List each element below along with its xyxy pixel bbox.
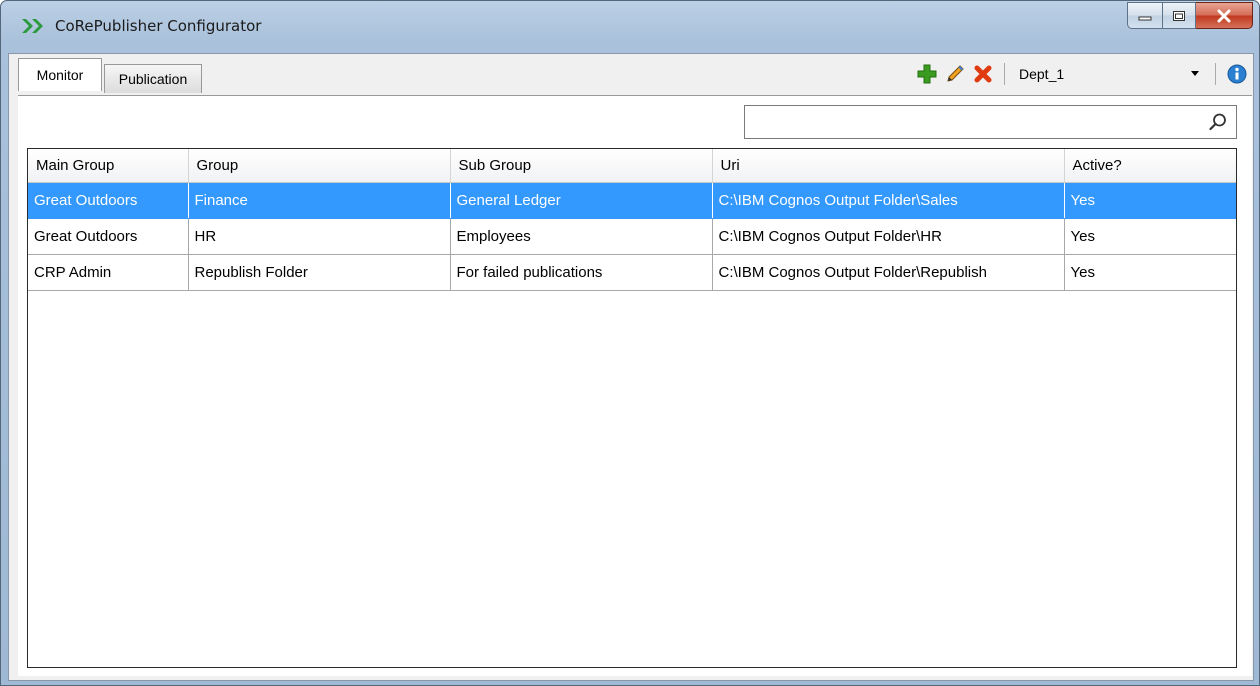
table-row[interactable]: CRP Admin Republish Folder For failed pu… <box>28 254 1236 291</box>
cell-sub-group[interactable]: General Ledger <box>450 182 713 219</box>
maximize-button[interactable] <box>1163 2 1196 29</box>
cell-sub-group[interactable]: Employees <box>450 218 713 255</box>
info-button[interactable] <box>1226 63 1248 85</box>
cell-main-group[interactable]: Great Outdoors <box>28 218 189 255</box>
column-header-sub-group[interactable]: Sub Group <box>450 149 713 183</box>
cell-uri[interactable]: C:\IBM Cognos Output Folder\Republish <box>712 254 1065 291</box>
tab-publication[interactable]: Publication <box>104 64 202 93</box>
cell-sub-group[interactable]: For failed publications <box>450 254 713 291</box>
column-header-group[interactable]: Group <box>188 149 451 183</box>
search-box[interactable] <box>744 105 1237 139</box>
cell-uri[interactable]: C:\IBM Cognos Output Folder\Sales <box>712 182 1065 219</box>
search-icon[interactable] <box>1208 112 1228 132</box>
delete-icon <box>974 65 992 83</box>
column-header-main-group[interactable]: Main Group <box>28 149 189 183</box>
close-icon <box>1217 9 1231 22</box>
tab-monitor-label: Monitor <box>36 67 84 83</box>
column-header-uri[interactable]: Uri <box>712 149 1065 183</box>
cell-active[interactable]: Yes <box>1064 182 1236 219</box>
chevron-down-icon <box>1191 71 1199 76</box>
cell-active[interactable]: Yes <box>1064 218 1236 255</box>
cell-main-group[interactable]: CRP Admin <box>28 254 189 291</box>
cell-group[interactable]: Republish Folder <box>188 254 451 291</box>
tab-publication-label: Publication <box>118 71 188 87</box>
table-row[interactable]: Great Outdoors Finance General Ledger C:… <box>28 182 1236 219</box>
minimize-icon <box>1138 16 1152 20</box>
close-button[interactable] <box>1196 2 1253 29</box>
tab-monitor[interactable]: Monitor <box>18 58 102 91</box>
dept-dropdown-value: Dept_1 <box>1019 66 1065 82</box>
cell-group[interactable]: HR <box>188 218 451 255</box>
toolbar: Dept_1 <box>916 60 1248 88</box>
dept-dropdown[interactable]: Dept_1 <box>1015 62 1205 86</box>
toolbar-separator <box>1215 63 1216 85</box>
maximize-icon <box>1173 10 1185 21</box>
column-header-active[interactable]: Active? <box>1064 149 1236 183</box>
table-row[interactable]: Great Outdoors HR Employees C:\IBM Cogno… <box>28 218 1236 255</box>
add-button[interactable] <box>916 63 938 85</box>
cell-uri[interactable]: C:\IBM Cognos Output Folder\HR <box>712 218 1065 255</box>
minimize-button[interactable] <box>1127 2 1163 29</box>
cell-main-group[interactable]: Great Outdoors <box>28 182 189 219</box>
window-title: CoRePublisher Configurator <box>55 17 262 35</box>
cell-active[interactable]: Yes <box>1064 254 1236 291</box>
search-input[interactable] <box>749 106 1203 138</box>
edit-icon <box>947 65 964 82</box>
title-bar[interactable]: CoRePublisher Configurator <box>1 1 1259 47</box>
window-controls <box>1127 2 1253 29</box>
header-row: Main Group Group Sub Group Uri Active? <box>28 149 1236 183</box>
app-chevron-icon <box>22 19 43 33</box>
data-grid[interactable]: Main Group Group Sub Group Uri Active? G… <box>27 148 1237 668</box>
add-icon <box>917 64 937 84</box>
info-icon <box>1227 64 1247 84</box>
cell-group[interactable]: Finance <box>188 182 451 219</box>
edit-button[interactable] <box>944 63 966 85</box>
delete-button[interactable] <box>972 63 994 85</box>
toolbar-separator <box>1004 63 1005 85</box>
